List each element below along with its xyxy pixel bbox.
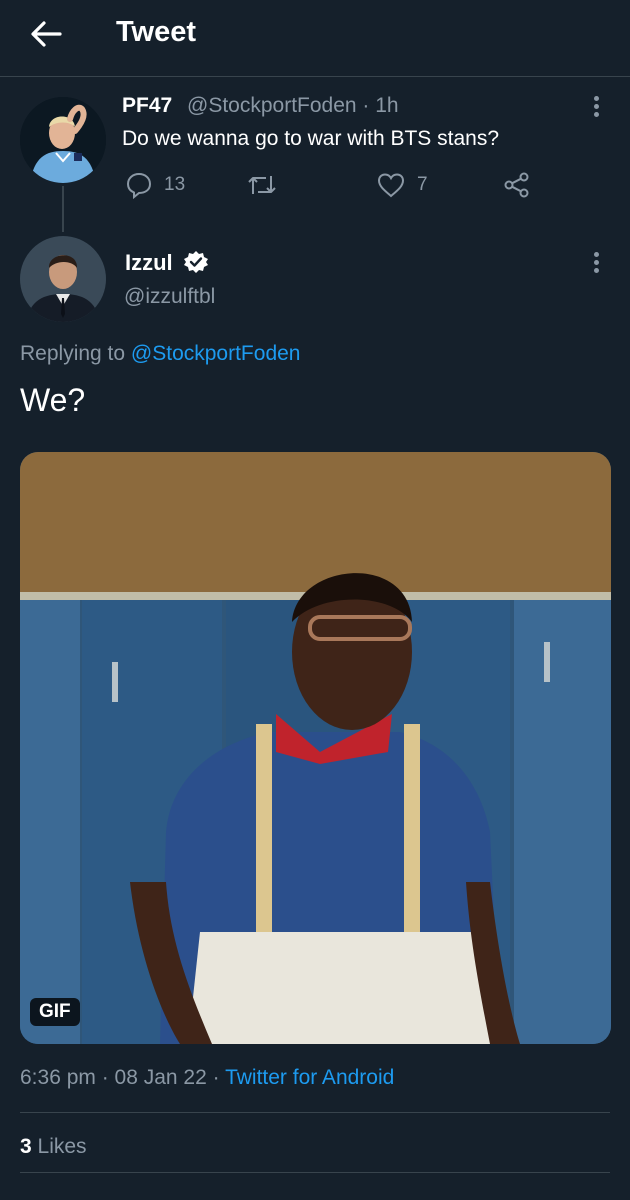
gif-media[interactable] [20,452,611,1044]
source-link[interactable]: Twitter for Android [225,1066,394,1089]
share-icon[interactable] [502,170,532,200]
more-icon[interactable] [594,96,600,118]
avatar[interactable] [20,97,106,183]
replying-prefix: Replying to [20,342,131,365]
timestamp[interactable]: 6:36 pm · 08 Jan 22 · [20,1066,225,1089]
verified-icon [183,250,209,274]
reply-icon[interactable] [124,170,154,200]
divider [20,1172,610,1173]
likes-count: 3 [20,1135,32,1158]
page-title: Tweet [116,16,197,48]
like-count: 7 [417,174,428,195]
display-name[interactable]: Izzul [125,250,173,276]
more-icon[interactable] [594,252,600,274]
likes-label: Likes [31,1135,87,1158]
like-icon[interactable] [376,170,406,200]
top-bar [0,0,630,77]
tweet-text: We? [20,382,86,418]
back-arrow-icon[interactable] [28,18,64,50]
reply-count: 13 [164,174,186,195]
display-name[interactable]: PF47 [122,94,172,118]
tweet-metadata: 6:36 pm · 08 Jan 22 · Twitter for Androi… [20,1066,394,1090]
handle-and-time[interactable]: @StockportFoden · 1h [187,94,399,118]
mention-link[interactable]: @StockportFoden [131,342,301,365]
replying-to: Replying to @StockportFoden [20,342,300,366]
divider [20,1112,610,1113]
handle[interactable]: @izzulftbl [124,285,215,309]
avatar[interactable] [20,236,106,322]
retweet-icon[interactable] [244,170,280,200]
gif-badge: GIF [30,998,80,1026]
thread-line [62,186,64,232]
tweet-text: Do we wanna go to war with BTS stans? [122,127,500,150]
likes-summary[interactable]: 3 Likes [20,1135,87,1159]
